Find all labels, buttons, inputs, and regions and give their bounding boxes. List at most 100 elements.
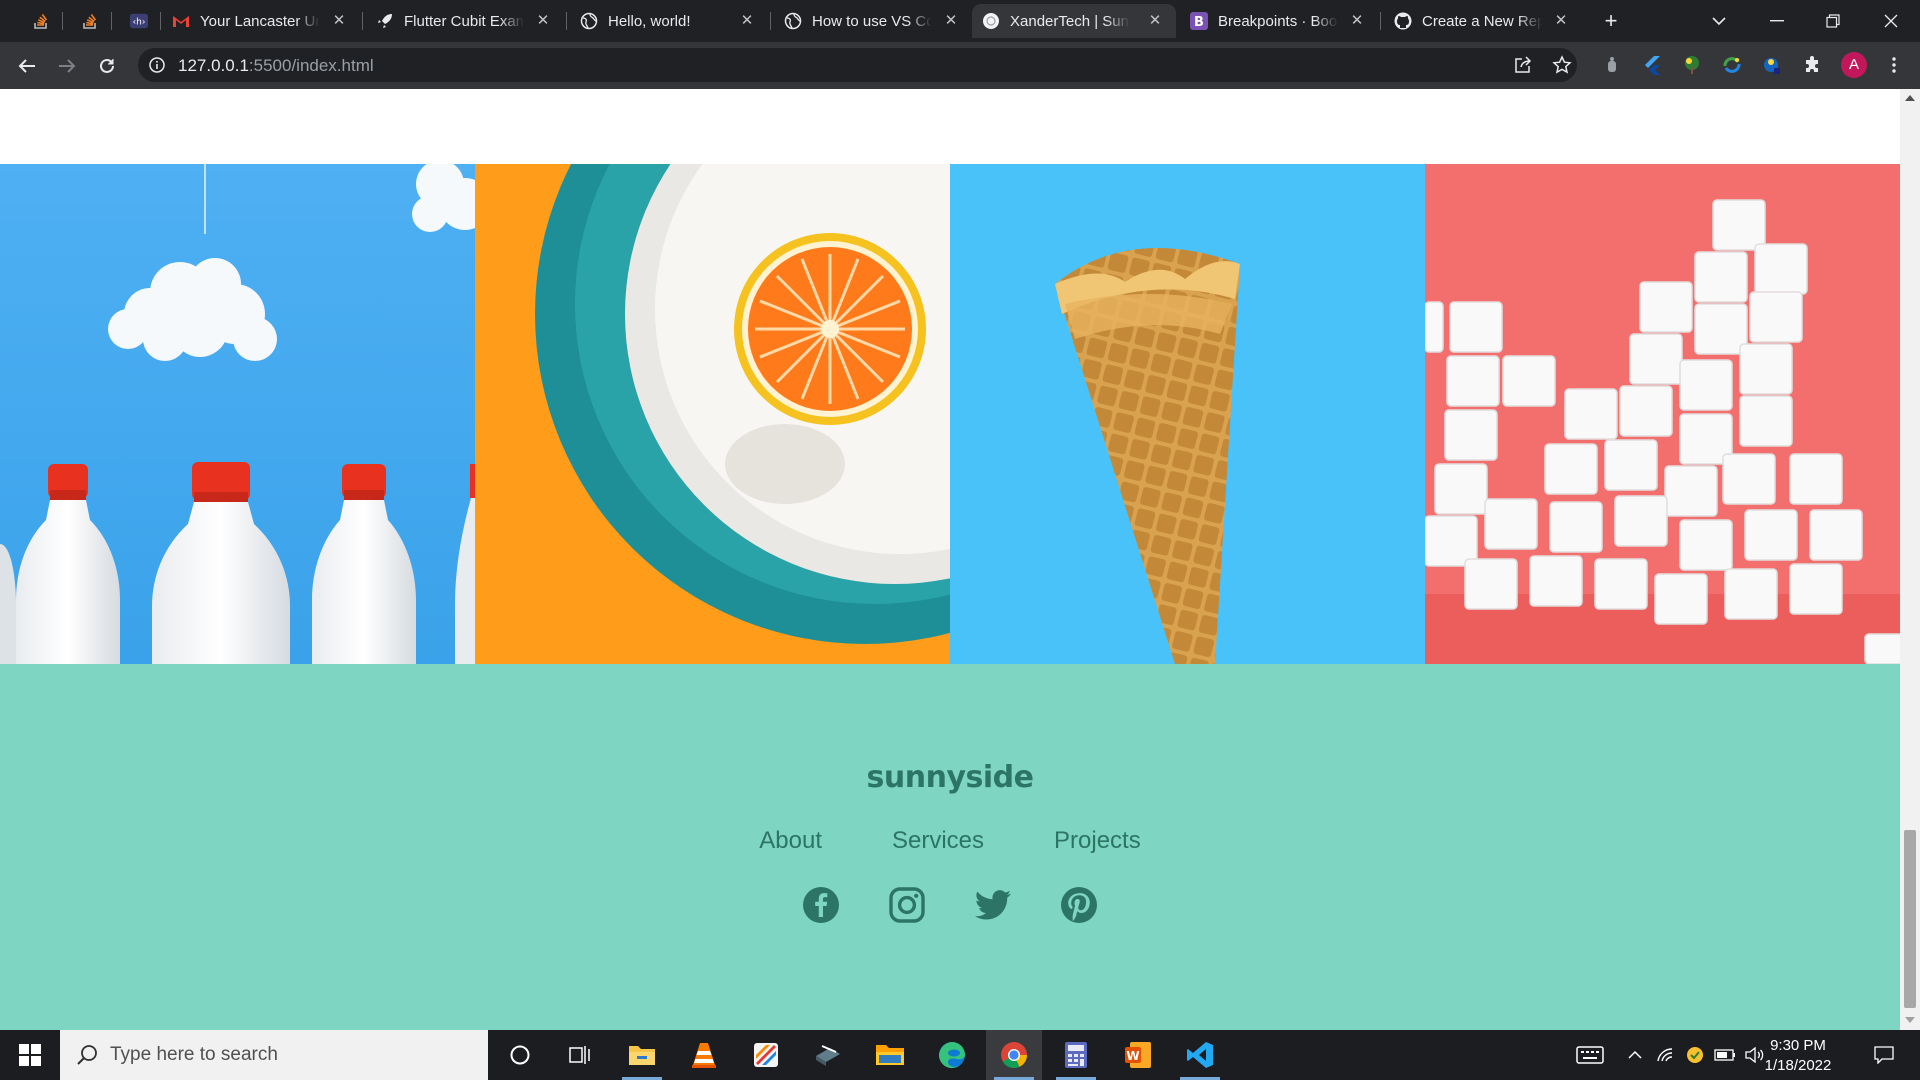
extension-icon: [1608, 57, 1616, 72]
tab-1[interactable]: [71, 4, 111, 38]
minimize-icon: [1770, 20, 1784, 22]
cortana-button[interactable]: [492, 1030, 548, 1080]
image-gallery: [0, 164, 1900, 664]
tab-9[interactable]: Create a New Repo ✕: [1384, 4, 1582, 38]
social-links: [0, 886, 1900, 924]
system-clock[interactable]: 9:30 PM 1/18/2022: [1760, 1036, 1836, 1076]
extension-2[interactable]: [1640, 53, 1664, 77]
share-button[interactable]: [1511, 53, 1535, 77]
taskbar-search[interactable]: Type here to search: [60, 1030, 488, 1080]
tray-overflow-button[interactable]: [1622, 1030, 1648, 1080]
forward-button[interactable]: [51, 50, 83, 82]
close-icon[interactable]: ✕: [534, 12, 552, 30]
close-icon[interactable]: ✕: [942, 12, 960, 30]
chevron-up-icon: [1628, 1050, 1642, 1059]
start-button[interactable]: [0, 1030, 60, 1080]
url-text[interactable]: 127.0.0.1:5500/index.html: [178, 56, 374, 76]
restore-button[interactable]: [1818, 6, 1848, 36]
pinterest-icon[interactable]: [1060, 886, 1098, 924]
tab-2[interactable]: ‹h›: [120, 4, 160, 38]
close-window-button[interactable]: [1876, 6, 1906, 36]
tab-5[interactable]: Hello, world! ✕: [570, 4, 768, 38]
extensions-menu-button[interactable]: [1800, 53, 1824, 77]
pen-tablet-app[interactable]: [800, 1030, 856, 1080]
tab-4[interactable]: Flutter Cubit Exam ✕: [366, 4, 564, 38]
info-icon[interactable]: [148, 56, 166, 74]
back-button[interactable]: [11, 50, 43, 82]
clock-date: 1/18/2022: [1764, 1057, 1832, 1074]
paint-app[interactable]: [738, 1030, 794, 1080]
stackoverflow-icon: [81, 12, 99, 30]
arrow-left-icon: [18, 59, 35, 73]
tab-search-button[interactable]: [1704, 6, 1734, 36]
tree-icon: [1685, 56, 1699, 74]
wifi-icon: [1657, 1048, 1673, 1062]
new-tab-button[interactable]: +: [1596, 6, 1626, 36]
tab-0[interactable]: [22, 4, 62, 38]
extension-4[interactable]: [1720, 53, 1744, 77]
instagram-icon[interactable]: [888, 886, 926, 924]
stackoverflow-icon: [32, 12, 50, 30]
folder-icon: [629, 1046, 655, 1065]
tab-6[interactable]: How to use VS Co ✕: [774, 4, 972, 38]
scrollbar-thumb[interactable]: [1904, 830, 1916, 1008]
task-view-button[interactable]: [552, 1030, 608, 1080]
kebab-menu-icon: [1892, 57, 1896, 73]
tab-title: Flutter Cubit Exam: [404, 12, 524, 30]
word-app[interactable]: W: [1110, 1030, 1166, 1080]
network-status[interactable]: [1652, 1030, 1678, 1080]
edge-icon: [939, 1042, 965, 1069]
tablet-icon: [816, 1045, 840, 1066]
svg-text:‹h›: ‹h›: [133, 18, 146, 28]
reload-button[interactable]: [91, 50, 123, 82]
facebook-icon[interactable]: [802, 886, 840, 924]
close-icon[interactable]: ✕: [738, 12, 756, 30]
footer-nav: About Services Projects: [0, 827, 1900, 855]
keyboard-layout[interactable]: [1570, 1030, 1610, 1080]
windows-taskbar: Type here to search W 9:30 PM 1/18/2022: [0, 1030, 1920, 1080]
gallery-image-milk: [0, 164, 475, 664]
notifications-button[interactable]: [1864, 1030, 1904, 1080]
extension-1[interactable]: [1600, 53, 1624, 77]
folder-app[interactable]: [862, 1030, 918, 1080]
avatar[interactable]: A: [1841, 52, 1867, 78]
vlc-icon: [692, 1043, 716, 1068]
footer-link-projects[interactable]: Projects: [1054, 827, 1141, 855]
vscode-app[interactable]: [1172, 1030, 1228, 1080]
footer-logo[interactable]: sunnyside: [0, 760, 1900, 795]
tab-3[interactable]: Your Lancaster Uni ✕: [162, 4, 360, 38]
page-scrollbar[interactable]: [1900, 89, 1920, 1030]
tab-title: Your Lancaster Uni: [200, 12, 320, 30]
puzzle-icon: [1806, 56, 1818, 72]
tray-app[interactable]: [1682, 1030, 1708, 1080]
battery-status[interactable]: [1712, 1030, 1738, 1080]
globe-icon: [580, 12, 598, 30]
extension-3[interactable]: [1680, 53, 1704, 77]
tab-active[interactable]: XanderTech | Sunn ✕: [972, 4, 1176, 38]
shield-icon: [1687, 1047, 1703, 1063]
edge-app[interactable]: [924, 1030, 980, 1080]
twitter-icon[interactable]: [974, 886, 1012, 924]
close-icon[interactable]: ✕: [1348, 12, 1366, 30]
minimize-button[interactable]: [1762, 6, 1792, 36]
close-icon[interactable]: ✕: [1552, 12, 1570, 30]
calculator-app[interactable]: [1048, 1030, 1104, 1080]
share-icon: [1515, 56, 1532, 73]
chevron-down-icon: [1712, 17, 1726, 26]
tab-8[interactable]: B Breakpoints · Boot ✕: [1180, 4, 1378, 38]
vlc-app[interactable]: [676, 1030, 732, 1080]
chrome-menu-button[interactable]: [1882, 53, 1906, 77]
chrome-app[interactable]: [986, 1030, 1042, 1080]
footer-link-services[interactable]: Services: [892, 827, 984, 855]
file-explorer-app[interactable]: [614, 1030, 670, 1080]
chrome-icon: [1001, 1042, 1027, 1069]
extension-5[interactable]: [1760, 53, 1784, 77]
address-bar[interactable]: 127.0.0.1:5500/index.html: [138, 48, 1577, 82]
close-icon[interactable]: ✕: [330, 12, 348, 30]
bookmark-button[interactable]: [1550, 53, 1574, 77]
scroll-down-arrow-icon[interactable]: [1905, 1017, 1915, 1023]
close-icon[interactable]: ✕: [1146, 12, 1164, 30]
gmail-icon: [172, 12, 190, 30]
scroll-up-arrow-icon[interactable]: [1905, 95, 1915, 101]
footer-link-about[interactable]: About: [759, 827, 822, 855]
